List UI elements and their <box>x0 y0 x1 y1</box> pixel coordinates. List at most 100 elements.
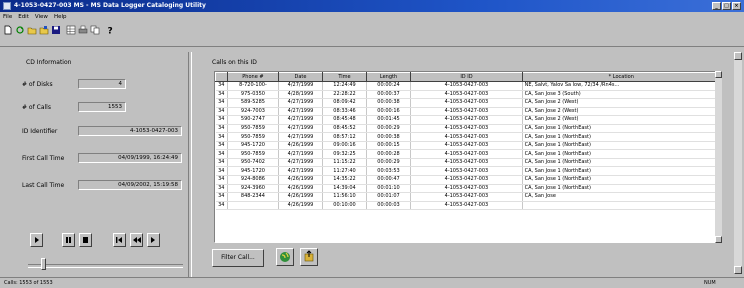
column-header-id[interactable]: ID ID <box>410 72 523 82</box>
open-folder-icon[interactable] <box>27 25 37 35</box>
menu-view[interactable]: View <box>32 12 51 22</box>
cell-time: 08:45:48 <box>322 115 367 125</box>
calls-table[interactable]: Phone # Date Time Length ID ID * Locatio… <box>214 71 722 243</box>
minimize-button[interactable]: _ <box>712 2 721 10</box>
cell-location: CA, San Jose 2 (West) <box>522 107 721 117</box>
column-header-row-number[interactable] <box>215 72 229 82</box>
cell-phone: 950-7402 <box>227 158 279 168</box>
position-slider-thumb[interactable] <box>41 258 46 270</box>
cell-id: 4-1053-0427-003 <box>410 158 523 168</box>
cell-time: 12:24:49 <box>322 81 367 91</box>
table-row[interactable]: 34 945-1720 4/26/1999 09:00:16 00:00:15 4-105… <box>215 141 721 151</box>
new-file-icon[interactable] <box>3 25 13 35</box>
column-header-date[interactable]: Date <box>277 72 324 82</box>
pause-button[interactable] <box>62 233 75 247</box>
table-row[interactable]: 34 848-2344 4/26/1999 11:56:10 00:01:07 4-105… <box>215 192 721 202</box>
table-row[interactable]: 34 945-1720 4/27/1999 11:27:40 00:03:53 4-105… <box>215 166 721 176</box>
cell-location: CA, San Jose <box>522 192 721 202</box>
cell-phone: 848-2344 <box>227 192 279 202</box>
print-icon[interactable] <box>78 25 88 35</box>
table-row[interactable]: 34 924-7003 4/27/1999 08:33:46 00:00:16 4-105… <box>215 107 721 117</box>
cell-time: 08:57:12 <box>322 132 367 142</box>
table-row[interactable]: 34 4/26/1999 00:10:00 00:00:03 4-1053-0427-0… <box>215 201 721 211</box>
stop-button[interactable] <box>79 233 92 247</box>
status-bar: Calls: 1553 of 1553 NUM <box>0 277 744 288</box>
cell-location: CA, San Jose 1 (NorthEast) <box>522 141 721 151</box>
table-row[interactable]: 34 950-7402 4/27/1999 11:15:22 00:00:29 4-105… <box>215 158 721 168</box>
cell-location <box>522 201 721 211</box>
column-header-location[interactable]: * Location <box>521 72 721 82</box>
window-scrollbar[interactable] <box>734 52 742 274</box>
column-header-phone[interactable]: Phone # <box>227 72 279 82</box>
forward-icon <box>151 237 155 243</box>
cell-location: CA, San Jose 3 (South) <box>522 90 721 100</box>
scroll-down-arrow[interactable] <box>715 236 722 243</box>
cell-id: 4-1053-0427-003 <box>410 107 523 117</box>
column-header-length[interactable]: Length <box>365 72 412 82</box>
cell-row-number: 34 <box>215 184 229 194</box>
menu-edit[interactable]: Edit <box>15 12 32 22</box>
pause-icon <box>66 237 71 243</box>
cell-id: 4-1053-0427-003 <box>410 98 523 108</box>
cell-row-number: 34 <box>215 201 229 211</box>
cell-location: CA, San Jose 2 (West) <box>522 98 721 108</box>
cell-date: 4/27/1999 <box>278 115 324 125</box>
cell-date: 4/26/1999 <box>278 175 324 185</box>
table-row[interactable]: 34 589-5285 4/27/1999 08:09:42 00:00:38 4-105… <box>215 98 721 108</box>
export-button[interactable] <box>300 248 318 266</box>
window-controls: _ □ × <box>712 2 741 10</box>
column-header-time[interactable]: Time <box>322 72 367 82</box>
cell-row-number: 34 <box>215 149 229 159</box>
cell-date: 4/27/1999 <box>278 81 324 91</box>
play-button[interactable] <box>30 233 43 247</box>
panel-divider <box>188 52 192 277</box>
calls-grid: Phone # Date Time Length ID ID * Locatio… <box>215 72 721 211</box>
window-scroll-up-arrow[interactable] <box>734 52 742 60</box>
cell-id: 4-1053-0427-003 <box>410 149 523 159</box>
help-icon[interactable]: ? <box>105 25 115 36</box>
grid-view-icon[interactable] <box>66 25 76 35</box>
cell-time: 08:33:46 <box>322 107 367 117</box>
globe-button[interactable] <box>276 248 294 266</box>
scroll-up-arrow[interactable] <box>715 71 722 78</box>
table-row[interactable]: 34 590-2747 4/27/1999 08:45:48 00:01:45 4-105… <box>215 115 721 125</box>
position-slider-track[interactable] <box>28 264 183 268</box>
cell-time: 08:09:42 <box>322 98 367 108</box>
close-button[interactable]: × <box>732 2 741 10</box>
cell-row-number: 34 <box>215 124 229 134</box>
cell-date: 4/27/1999 <box>278 107 324 117</box>
forward-button[interactable] <box>147 233 160 247</box>
window-scroll-down-arrow[interactable] <box>734 266 742 274</box>
open-database-icon[interactable] <box>39 25 49 35</box>
stop-icon <box>83 237 88 243</box>
skip-back-button[interactable] <box>113 233 126 247</box>
maximize-button[interactable]: □ <box>722 2 731 10</box>
table-scrollbar[interactable] <box>715 71 722 243</box>
cell-id: 4-1053-0427-003 <box>410 81 523 91</box>
cell-time: 09:32:25 <box>322 149 367 159</box>
table-row[interactable]: 34 950-7859 4/27/1999 09:32:25 00:00:28 4-105… <box>215 149 721 159</box>
cell-id: 4-1053-0427-003 <box>410 175 523 185</box>
cell-location: CA, San Jose 1 (NorthEast) <box>522 124 721 134</box>
cell-length: 00:00:16 <box>366 107 412 117</box>
save-icon[interactable] <box>51 25 61 35</box>
refresh-icon[interactable] <box>15 25 25 35</box>
cell-location: CA, San Jose 1 (NorthEast) <box>522 166 721 176</box>
table-row[interactable]: 34 950-7859 4/27/1999 08:57:12 00:00:38 4-105… <box>215 132 721 142</box>
table-row[interactable]: 34 950-7859 4/27/1999 08:45:52 00:00:29 4-105… <box>215 124 721 134</box>
table-row[interactable]: 34 924-8086 4/26/1999 14:35:22 00:00:47 4-105… <box>215 175 721 185</box>
svg-text:?: ? <box>108 27 113 36</box>
cell-date: 4/28/1999 <box>278 90 324 100</box>
table-row[interactable]: 34 8-720-100- 4/27/1999 12:24:49 00:00:24 4-1… <box>215 81 721 91</box>
table-row[interactable]: 34 975-0350 4/28/1999 22:28:22 00:00:37 4-105… <box>215 90 721 100</box>
title-bar: 4-1053-0427-003 MS - MS Data Logger Cata… <box>0 0 744 12</box>
copy-icon[interactable] <box>90 25 100 35</box>
cell-location: CA, San Jose 1 (NorthEast) <box>522 175 721 185</box>
cell-length: 00:00:29 <box>366 124 412 134</box>
menu-help[interactable]: Help <box>51 12 70 22</box>
rewind-icon <box>133 237 141 243</box>
table-row[interactable]: 34 924-3960 4/26/1999 14:39:04 00:01:10 4-105… <box>215 184 721 194</box>
filter-call-button[interactable]: Filter Call... <box>212 249 264 267</box>
menu-file[interactable]: File <box>0 12 15 22</box>
rewind-button[interactable] <box>130 233 143 247</box>
